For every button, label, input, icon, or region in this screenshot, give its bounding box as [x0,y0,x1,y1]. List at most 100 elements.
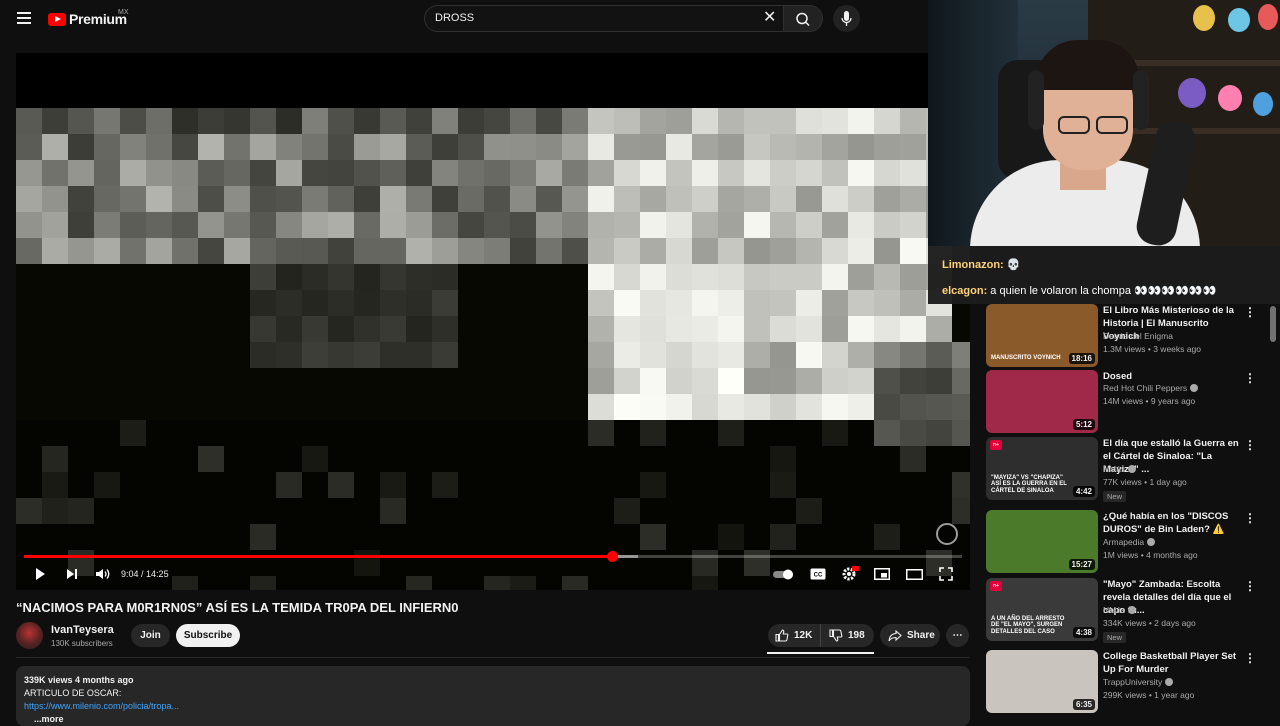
channel-name[interactable]: IvanTeysera [51,624,114,636]
recommendation-title[interactable]: College Basketball Player Set Up For Mur… [1103,650,1241,676]
thumbs-up-icon [775,629,789,642]
recommendation-title[interactable]: ¿Qué había en los "DISCOS DUROS" de Bin … [1103,510,1241,536]
video-thumbnail[interactable]: 5:12 [986,370,1098,433]
play-button[interactable] [30,564,50,584]
description-box[interactable]: 339K views 4 months ago ARTICULO DE OSCA… [16,666,970,726]
recommendation-title[interactable]: Dosed [1103,370,1241,383]
youtube-premium-logo[interactable]: Premium [48,11,127,27]
subscribe-button[interactable]: Subscribe [176,624,240,647]
closed-captions-icon: CC [810,568,826,580]
recommendation-item[interactable]: A UN AÑO DEL ARRESTO DE "EL MAYO", SURGE… [986,578,1266,643]
voice-search-button[interactable] [833,5,860,32]
channel-name: NMás [1103,605,1126,615]
chat-username: Limonazon: [942,259,1004,271]
clear-search-icon[interactable]: ✕ [763,10,776,26]
verified-badge-icon [1165,678,1174,686]
video-duration: 4:38 [1072,627,1095,638]
search-input[interactable]: DROSS ✕ [424,5,784,32]
recommendation-meta: 1.3M views • 3 weeks ago [1103,344,1201,354]
recommendation-meta: 1M views • 4 months ago [1103,550,1198,560]
progress-bar[interactable] [24,551,962,562]
more-vertical-icon[interactable]: ⋮ [1244,306,1256,320]
search-icon [796,12,810,27]
video-duration: 6:35 [1072,699,1095,710]
settings-button[interactable] [840,564,860,584]
recommendation-meta: 77K views • 1 day ago [1103,477,1187,487]
dislike-count: 198 [848,630,865,641]
video-thumbnail[interactable]: 15:27 [986,510,1098,573]
share-icon [888,629,902,641]
like-button[interactable]: 12K [768,624,820,647]
recommendation-item[interactable]: 6:35 College Basketball Player Set Up Fo… [986,650,1266,714]
channel-name: Red Hot Chili Peppers [1103,383,1188,393]
youtube-play-icon [48,12,66,26]
volume-button[interactable] [93,564,113,584]
channel-name: Detrás del Enigma [1103,331,1173,341]
show-more-link[interactable]: ...more [34,714,64,724]
more-vertical-icon[interactable]: ⋮ [1244,652,1256,666]
description-link[interactable]: https://www.milenio.com/policia/tropa... [24,701,179,711]
view-stats: 339K views 4 months ago [24,675,134,685]
verified-badge-icon [1190,384,1199,392]
video-thumbnail[interactable]: A UN AÑO DEL ARRESTO DE "EL MAYO", SURGE… [986,578,1098,641]
recommendation-channel[interactable]: Armapedia [1103,537,1156,547]
channel-watermark-icon[interactable] [936,523,958,545]
miniplayer-icon [874,568,890,580]
recommendation-meta: 14M views • 9 years ago [1103,396,1196,406]
next-button[interactable] [62,564,82,584]
captions-button[interactable]: CC [808,564,828,584]
more-vertical-icon[interactable]: ⋮ [1244,372,1256,386]
more-actions-button[interactable]: ⋯ [946,624,969,647]
chat-message: Limonazon: 💀 [942,258,1020,271]
miniplayer-button[interactable] [872,564,892,584]
share-button[interactable]: Share [880,624,940,647]
verified-badge-icon [1128,465,1137,473]
video-title: “NACIMOS PARA M0R1RN0S” ASÍ ES LA TEMIDA… [16,600,459,615]
autoplay-toggle[interactable] [772,564,796,584]
description-text: ARTICULO DE OSCAR: [24,688,122,698]
thumbnail-caption: MANUSCRITO VOYNICH [991,354,1061,361]
thumbs-down-icon [829,629,843,642]
autoplay-toggle-icon [773,569,793,580]
top-bar: Premium MX DROSS ✕ [0,0,930,38]
video-thumbnail[interactable]: MANUSCRITO VOYNICH 18:16 [986,304,1098,367]
video-duration: 15:27 [1068,559,1095,570]
more-vertical-icon[interactable]: ⋮ [1244,580,1256,594]
time-display: 9:04 / 14:25 [121,569,169,579]
video-thumbnail[interactable]: "MAYIZA" VS "CHAPIZA" ASÍ ES LA GUERRA E… [986,437,1098,500]
theater-mode-button[interactable] [904,564,924,584]
theater-mode-icon [905,568,923,580]
share-label: Share [907,630,935,641]
network-logo-icon: n+ [990,581,1002,591]
recommendation-channel[interactable]: Red Hot Chili Peppers [1103,383,1199,393]
thumbnail-caption: "MAYIZA" VS "CHAPIZA" ASÍ ES LA GUERRA E… [991,474,1067,494]
recommendation-item[interactable]: 5:12 Dosed Red Hot Chili Peppers 14M vie… [986,370,1266,434]
recommendation-channel[interactable]: Detrás del Enigma [1103,331,1173,341]
dislike-button[interactable]: 198 [820,624,874,647]
scrollbar[interactable] [1270,306,1276,342]
recommendation-channel[interactable]: NMás [1103,464,1137,474]
recommendation-item[interactable]: "MAYIZA" VS "CHAPIZA" ASÍ ES LA GUERRA E… [986,437,1266,502]
channel-name: Armapedia [1103,537,1145,547]
new-badge: New [1103,632,1127,643]
more-horizontal-icon: ⋯ [952,630,963,641]
chat-overlay: Limonazon: 💀 elcagon: a quien le volaron… [928,246,1280,304]
search-button[interactable] [783,5,823,32]
microphone-icon [841,11,852,26]
recommendation-channel[interactable]: NMás [1103,605,1137,615]
video-player[interactable]: 9:04 / 14:25 CC [16,53,970,590]
more-vertical-icon[interactable]: ⋮ [1244,512,1256,526]
video-thumbnail[interactable]: 6:35 [986,650,1098,713]
verified-badge-icon [1128,606,1137,614]
hamburger-menu-icon[interactable] [14,8,34,28]
channel-avatar[interactable] [16,622,43,649]
recommendation-item[interactable]: 15:27 ¿Qué había en los "DISCOS DUROS" d… [986,510,1266,574]
skip-next-icon [67,569,77,579]
verified-badge-icon [1147,538,1156,546]
join-button[interactable]: Join [131,624,170,647]
search-query: DROSS [435,12,475,24]
fullscreen-button[interactable] [936,564,956,584]
more-vertical-icon[interactable]: ⋮ [1244,439,1256,453]
recommendation-item[interactable]: MANUSCRITO VOYNICH 18:16 El Libro Más Mi… [986,304,1266,368]
recommendation-channel[interactable]: TrappUniversity [1103,677,1174,687]
